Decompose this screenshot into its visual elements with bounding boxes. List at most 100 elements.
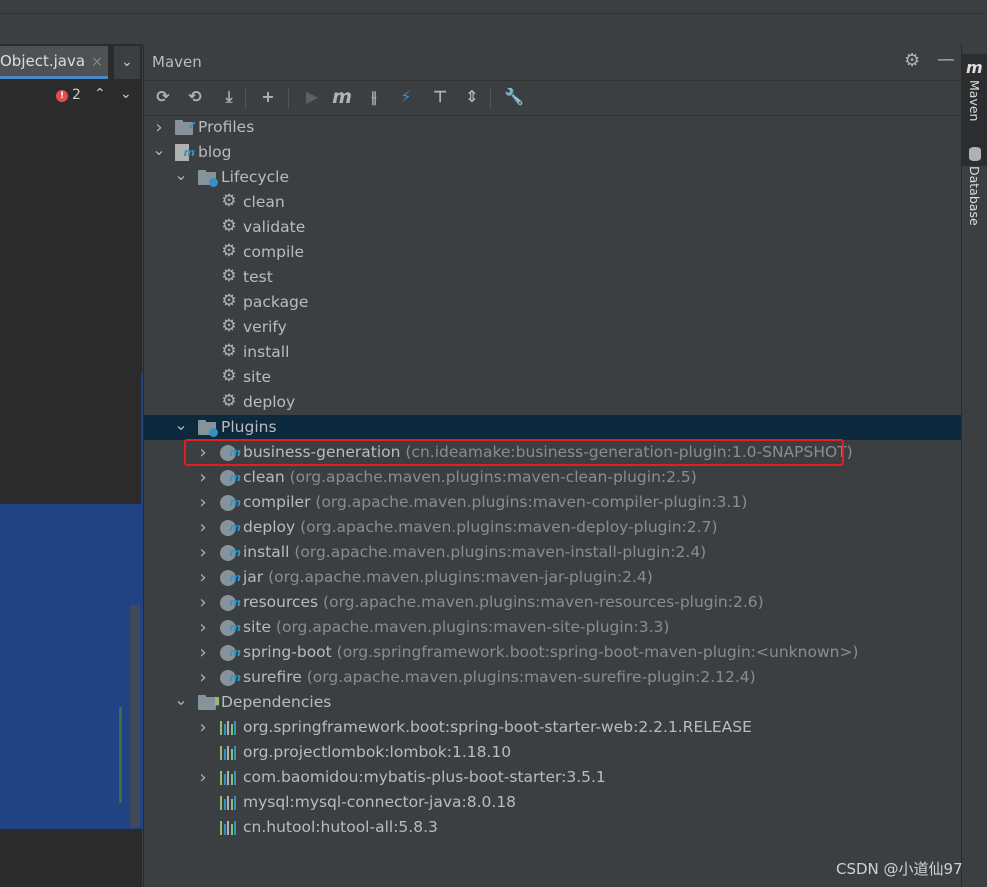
tree-row[interactable]: ⚙ test: [144, 265, 962, 290]
toggle-offline-icon[interactable]: ⫲: [362, 85, 386, 109]
tree-row[interactable]: › m deploy (org.apache.maven.plugins:maven…: [144, 515, 962, 540]
tree-row[interactable]: ⌄ Lifecycle: [144, 165, 962, 190]
chevron-up-icon[interactable]: ⌃: [94, 86, 106, 102]
tree-item-label: deploy (org.apache.maven.plugins:maven-d…: [243, 515, 718, 540]
tree-row[interactable]: › m jar (org.apache.maven.plugins:maven-ja…: [144, 565, 962, 590]
tree-row[interactable]: › m site (org.apache.maven.plugins:maven-s…: [144, 615, 962, 640]
tree-row[interactable]: cn.hutool:hutool-all:5.8.3: [144, 815, 962, 840]
tree-item-label: Lifecycle: [221, 165, 289, 190]
watermark: CSDN @小道仙97: [836, 860, 963, 878]
download-icon[interactable]: ⤓: [217, 85, 241, 109]
tree-row[interactable]: ⌄ ▮ Dependencies: [144, 690, 962, 715]
database-side-tab-label[interactable]: Database: [967, 166, 982, 226]
tree-item-label: install: [243, 340, 289, 365]
show-dependencies-icon[interactable]: ⊤: [428, 85, 452, 109]
execute-goal-icon[interactable]: m: [330, 85, 354, 109]
right-tool-strip: m Maven Database: [961, 44, 987, 887]
tree-item-label: compile: [243, 240, 304, 265]
generate-sources-icon[interactable]: ⟲: [183, 85, 207, 109]
tree-item-name: deploy: [243, 518, 296, 536]
chevron-down-icon[interactable]: ⌄: [114, 46, 140, 79]
tree-row[interactable]: › com.baomidou:mybatis-plus-boot-starter:…: [144, 765, 962, 790]
gear-icon[interactable]: ⚙: [904, 50, 920, 71]
add-icon[interactable]: +: [256, 85, 280, 109]
tree-item-name: compile: [243, 243, 305, 261]
tree-row[interactable]: ⚙ site: [144, 365, 962, 390]
tree-row[interactable]: ⚙ install: [144, 340, 962, 365]
chevron-right-icon[interactable]: ›: [196, 665, 210, 690]
chevron-down-icon[interactable]: ⌄: [120, 86, 132, 102]
tree-row[interactable]: › m compiler (org.apache.maven.plugins:mav…: [144, 490, 962, 515]
toolbar-separator: [288, 88, 289, 108]
chevron-right-icon[interactable]: ›: [196, 540, 210, 565]
tree-row[interactable]: › m install (org.apache.maven.plugins:mave…: [144, 540, 962, 565]
gear-icon: ⚙: [221, 341, 237, 361]
chevron-right-icon[interactable]: ›: [196, 615, 210, 640]
gear-icon: ⚙: [221, 316, 237, 336]
tree-item-coordinates: (org.springframework.boot:spring-boot-ma…: [331, 643, 859, 661]
editor-tab-object-java[interactable]: Object.java ×: [0, 46, 108, 79]
tree-row[interactable]: › m clean (org.apache.maven.plugins:maven-…: [144, 465, 962, 490]
tree-row[interactable]: mysql:mysql-connector-java:8.0.18: [144, 790, 962, 815]
editor-scrollbar-thumb[interactable]: [130, 605, 140, 827]
maven-plugin-icon: m: [220, 520, 241, 536]
tree-row[interactable]: › ✔ Profiles: [144, 115, 962, 140]
chevron-down-icon[interactable]: ⌄: [152, 137, 166, 162]
gear-icon: ⚙: [221, 191, 237, 211]
chevron-right-icon[interactable]: ›: [196, 590, 210, 615]
tree-item-label: org.springframework.boot:spring-boot-sta…: [243, 715, 752, 740]
tree-item-label: spring-boot (org.springframework.boot:sp…: [243, 640, 858, 665]
tree-row[interactable]: ⚙ deploy: [144, 390, 962, 415]
chevron-down-icon[interactable]: ⌄: [174, 687, 188, 712]
tree-row[interactable]: ⚙ verify: [144, 315, 962, 340]
close-icon[interactable]: ×: [91, 54, 103, 70]
maven-plugin-icon: m: [220, 470, 241, 486]
chevron-right-icon[interactable]: ›: [196, 715, 210, 740]
chevron-right-icon[interactable]: ›: [196, 565, 210, 590]
chevron-down-icon[interactable]: ⌄: [174, 162, 188, 187]
tree-row[interactable]: ⌄ m blog: [144, 140, 962, 165]
database-icon[interactable]: [969, 147, 981, 161]
tree-row[interactable]: ⌄ Plugins: [144, 415, 962, 440]
maven-header: Maven ⚙ —: [144, 44, 962, 79]
chevron-right-icon[interactable]: ›: [196, 465, 210, 490]
gear-icon: ⚙: [221, 241, 237, 261]
minimize-icon[interactable]: —: [937, 49, 955, 70]
tree-row[interactable]: › m spring-boot (org.springframework.boot:…: [144, 640, 962, 665]
gear-icon: ⚙: [221, 266, 237, 286]
tree-item-label: Plugins: [221, 415, 277, 440]
chevron-right-icon[interactable]: ›: [196, 515, 210, 540]
maven-plugin-icon: m: [220, 495, 241, 511]
tree-row[interactable]: › m resources (org.apache.maven.plugins:ma…: [144, 590, 962, 615]
gear-icon: ⚙: [221, 216, 237, 236]
settings-wrench-icon[interactable]: 🔧: [502, 85, 526, 109]
tree-item-label: surefire (org.apache.maven.plugins:maven…: [243, 665, 756, 690]
tree-item-name: jar: [243, 568, 264, 586]
tree-row[interactable]: ⚙ compile: [144, 240, 962, 265]
tree-row[interactable]: ⚙ validate: [144, 215, 962, 240]
tree-row[interactable]: org.projectlombok:lombok:1.18.10: [144, 740, 962, 765]
run-icon[interactable]: ▶: [300, 85, 324, 109]
tree-row[interactable]: ⚙ clean: [144, 190, 962, 215]
collapse-all-icon[interactable]: ⇕: [460, 85, 484, 109]
tree-row[interactable]: › m surefire (org.apache.maven.plugins:mav…: [144, 665, 962, 690]
chevron-down-icon[interactable]: ⌄: [174, 412, 188, 437]
gear-icon: ⚙: [221, 366, 237, 386]
chevron-right-icon[interactable]: ›: [196, 765, 210, 790]
maven-tool-window: Maven ⚙ — ⟳ ⟲ ⤓ + ▶ m ⫲ ⚡ ⊤ ⇕ 🔧 › ✔ Profiles ⌄ m blog ⌄ L…: [143, 44, 962, 887]
tree-item-name: org.springframework.boot:spring-boot-sta…: [243, 718, 752, 736]
tree-row[interactable]: ⚙ package: [144, 290, 962, 315]
tree-item-name: Lifecycle: [221, 168, 289, 186]
tree-row[interactable]: › org.springframework.boot:spring-boot-st…: [144, 715, 962, 740]
tree-item-label: test: [243, 265, 273, 290]
chevron-right-icon[interactable]: ›: [196, 490, 210, 515]
editor-tab-label: Object.java: [0, 52, 86, 70]
tree-item-name: install: [243, 343, 290, 361]
tree-item-name: site: [243, 368, 271, 386]
skip-tests-icon[interactable]: ⚡: [394, 85, 418, 109]
tree-item-name: resources: [243, 593, 319, 611]
inspection-widget[interactable]: ! 2 ⌃ ⌄: [0, 80, 142, 112]
reload-icon[interactable]: ⟳: [151, 85, 175, 109]
tree-item-name: clean: [243, 468, 285, 486]
chevron-right-icon[interactable]: ›: [196, 640, 210, 665]
